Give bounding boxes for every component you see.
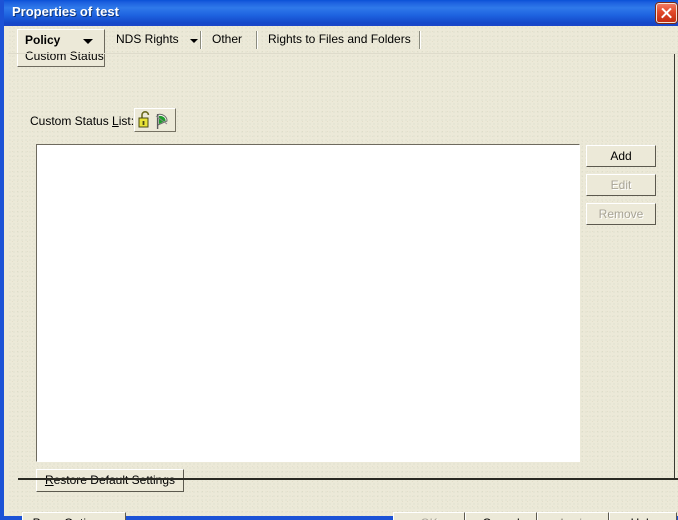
help-button[interactable]: Help	[609, 512, 677, 520]
add-button[interactable]: Add	[586, 145, 656, 167]
properties-dialog-window: NDS Rights Other Rights to Files and Fol…	[0, 0, 678, 520]
green-flag-icon	[155, 113, 168, 129]
tab-policy-label: Policy	[25, 33, 61, 47]
edit-button: Edit	[586, 174, 656, 196]
tab-separator-highlight	[257, 31, 258, 49]
tab-strip: NDS Rights Other Rights to Files and Fol…	[8, 26, 678, 67]
tab-other-label: Other	[212, 32, 243, 46]
chevron-down-icon	[190, 39, 198, 43]
label-part-before: Custom Status	[30, 114, 113, 128]
page-options-button[interactable]: Page Options...	[22, 512, 126, 520]
label-part-after: ist:	[118, 114, 135, 128]
remove-button: Remove	[586, 203, 656, 225]
chevron-down-icon	[83, 39, 93, 44]
custom-status-list-label: Custom Status List:	[30, 114, 134, 128]
content-panel: Custom Status List: Add Edit Remove Rest…	[8, 54, 678, 492]
dialog-button-bar: Page Options... OK Cancel Apply Help	[8, 480, 678, 520]
custom-status-icon-group	[138, 111, 168, 129]
cancel-button[interactable]: Cancel	[465, 512, 537, 520]
ok-button: OK	[393, 512, 465, 520]
tab-separator-highlight	[201, 31, 202, 49]
dialog-frame: NDS Rights Other Rights to Files and Fol…	[0, 0, 678, 520]
unlock-padlock-icon	[138, 111, 150, 128]
custom-status-icon-button[interactable]	[134, 108, 176, 132]
tab-separator-highlight	[420, 31, 421, 49]
label-accel-key: L	[112, 114, 119, 128]
custom-status-listbox[interactable]	[36, 144, 580, 462]
tab-nds-rights-label: NDS Rights	[116, 32, 179, 46]
title-bar[interactable]: Properties of test	[4, 0, 678, 26]
help-label-rest: elp	[639, 516, 655, 520]
window-title: Properties of test	[12, 4, 119, 19]
apply-button: Apply	[537, 512, 609, 520]
close-icon[interactable]	[656, 3, 677, 23]
dialog-body: NDS Rights Other Rights to Files and Fol…	[8, 26, 678, 520]
page-options-label-rest: age Options...	[41, 516, 116, 520]
page-options-accel-key: P	[33, 516, 41, 520]
tab-rights-to-files-and-folders-label: Rights to Files and Folders	[268, 32, 411, 46]
panel-right-border	[674, 54, 675, 478]
